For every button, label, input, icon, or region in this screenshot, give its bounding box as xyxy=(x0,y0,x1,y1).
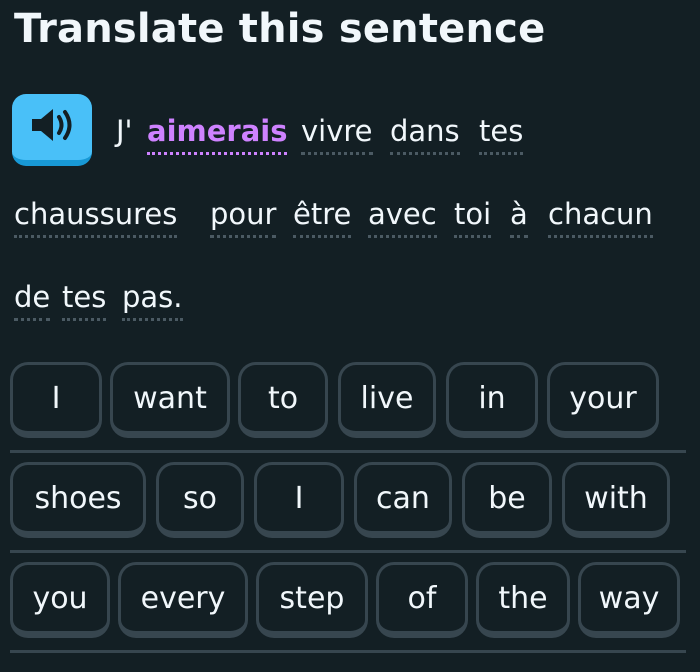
word-tile[interactable]: in xyxy=(446,362,538,438)
sentence-word[interactable]: avec xyxy=(368,197,437,238)
word-tile[interactable]: I xyxy=(10,362,102,438)
sentence-word[interactable]: toi xyxy=(454,197,492,238)
sentence-word[interactable]: tes xyxy=(62,280,107,321)
word-tile[interactable]: want xyxy=(110,362,230,438)
sentence-word[interactable]: chaussures xyxy=(14,197,178,238)
sentence-word[interactable]: vivre xyxy=(301,114,373,155)
word-tile[interactable]: the xyxy=(476,562,570,638)
word-tile[interactable]: of xyxy=(376,562,468,638)
play-audio-button[interactable] xyxy=(12,94,92,166)
word-bank-row: you every step of the way xyxy=(10,562,686,653)
word-bank-row: I want to live in your xyxy=(10,362,686,453)
sentence-word-highlighted[interactable]: aimerais xyxy=(147,114,288,155)
word-tile[interactable]: every xyxy=(118,562,248,638)
word-tile[interactable]: your xyxy=(547,362,659,438)
page-title: Translate this sentence xyxy=(14,6,546,52)
sentence-word[interactable]: pas. xyxy=(122,280,183,321)
word-tile[interactable]: you xyxy=(10,562,110,638)
sentence-word[interactable]: dans xyxy=(390,114,460,155)
word-tile[interactable]: way xyxy=(578,562,680,638)
word-tile[interactable]: live xyxy=(338,362,436,438)
word-bank-row: shoes so I can be with xyxy=(10,462,686,553)
sentence-word[interactable]: pour xyxy=(210,197,277,238)
sentence-word[interactable]: à xyxy=(510,197,528,238)
word-tile[interactable]: with xyxy=(562,462,670,538)
speaker-icon xyxy=(28,105,76,149)
word-tile[interactable]: shoes xyxy=(10,462,146,538)
sentence-word[interactable]: être xyxy=(293,197,352,238)
sentence-word[interactable]: tes xyxy=(479,114,524,155)
word-tile[interactable]: be xyxy=(462,462,552,538)
word-tile[interactable]: step xyxy=(256,562,368,638)
word-tile[interactable]: to xyxy=(238,362,328,438)
sentence-word[interactable]: J' xyxy=(116,114,133,148)
sentence-word[interactable]: chacun xyxy=(548,197,653,238)
word-tile[interactable]: so xyxy=(156,462,244,538)
word-tile[interactable]: can xyxy=(354,462,452,538)
sentence-word[interactable]: de xyxy=(14,280,51,321)
word-tile[interactable]: I xyxy=(254,462,344,538)
